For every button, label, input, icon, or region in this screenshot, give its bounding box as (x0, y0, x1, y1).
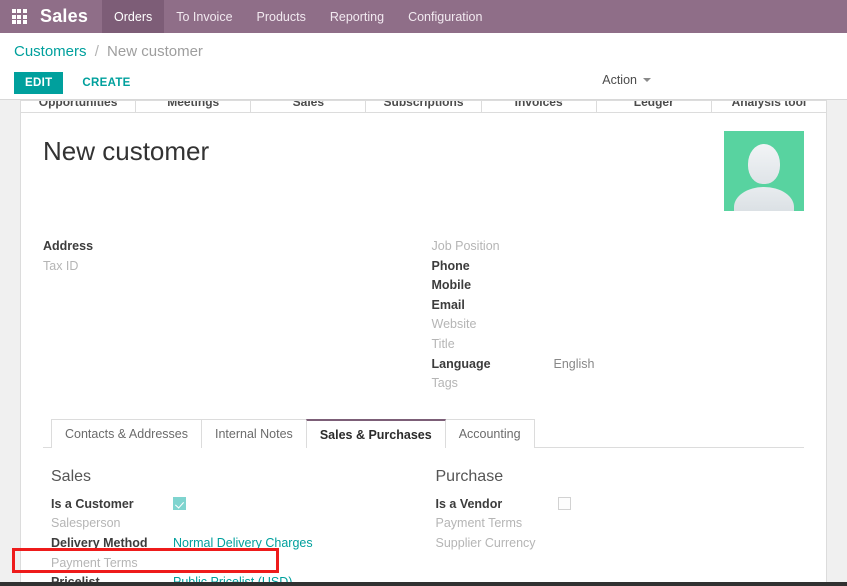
field-row-delivery-method: Delivery Method Normal Delivery Charges (51, 534, 428, 554)
field-label-supplier-currency: Supplier Currency (435, 535, 536, 550)
field-label-email: Email (431, 297, 465, 312)
action-dropdown-label: Action (602, 73, 637, 87)
notebook: Contacts & Addresses Internal Notes Sale… (43, 418, 804, 582)
field-value-delivery-method[interactable]: Normal Delivery Charges (173, 534, 313, 554)
field-row-supplier-currency: Supplier Currency (436, 534, 805, 554)
field-label-title: Title (431, 336, 455, 351)
stat-button-bar: Opportunities Meetings Sales Subscriptio… (20, 100, 827, 113)
field-row-purchase-payment-terms: Payment Terms (436, 514, 805, 534)
stat-button-analysis-tool[interactable]: Analysis tool (712, 101, 826, 112)
field-label-mobile: Mobile (431, 278, 472, 293)
stat-button-ledger[interactable]: Ledger (597, 101, 712, 112)
action-dropdown[interactable]: Action (602, 73, 651, 87)
nav-item-products[interactable]: Products (245, 0, 318, 33)
checkbox-is-a-customer[interactable] (173, 496, 186, 510)
field-label-is-a-customer: Is a Customer (51, 496, 134, 511)
navbar-menu: Orders To Invoice Products Reporting Con… (102, 0, 494, 33)
purchase-section: Purchase Is a Vendor Payment Terms Suppl… (428, 468, 805, 582)
field-row-address: Address (43, 237, 424, 257)
field-row-salesperson: Salesperson (51, 514, 428, 534)
notebook-tabs: Contacts & Addresses Internal Notes Sale… (43, 418, 804, 448)
stat-button-meetings[interactable]: Meetings (136, 101, 252, 112)
avatar-head-shape (748, 144, 780, 184)
stat-button-opportunities[interactable]: Opportunities (21, 101, 137, 112)
field-row-is-a-vendor: Is a Vendor (436, 495, 805, 515)
avatar[interactable] (724, 131, 804, 211)
apps-grid-icon (11, 9, 27, 24)
field-label-website: Website (431, 317, 477, 332)
tab-pane-sales-purchases: Sales Is a Customer Salesperson Delivery… (43, 448, 804, 582)
nav-item-orders[interactable]: Orders (102, 0, 165, 33)
field-row-is-a-customer: Is a Customer (51, 495, 428, 515)
app-brand-sales[interactable]: Sales (38, 0, 102, 33)
field-row-tags: Tags (432, 374, 805, 394)
tab-internal-notes[interactable]: Internal Notes (200, 418, 307, 448)
purchase-section-heading: Purchase (435, 467, 504, 485)
field-label-is-a-vendor: Is a Vendor (435, 496, 503, 511)
avatar-body-shape (734, 187, 794, 211)
field-row-pricelist: Pricelist Public Pricelist (USD) (51, 573, 428, 582)
field-label-address: Address (43, 239, 94, 253)
field-label-phone: Phone (431, 258, 470, 273)
apps-menu-button[interactable] (0, 0, 38, 33)
field-row-email: Email (432, 296, 805, 316)
field-group-right: Job Position Phone Mobile Email Website (424, 237, 805, 394)
field-row-sales-payment-terms: Payment Terms (51, 554, 428, 574)
field-label-salesperson: Salesperson (51, 516, 121, 531)
bottom-edge-strip (0, 582, 847, 586)
field-label-job-position: Job Position (431, 239, 500, 253)
control-panel-buttons: EDIT CREATE (14, 72, 833, 94)
top-navbar: Sales Orders To Invoice Products Reporti… (0, 0, 847, 33)
field-value-language[interactable]: English (554, 355, 595, 375)
field-value-pricelist[interactable]: Public Pricelist (USD) (173, 573, 292, 582)
breadcrumb: Customers / New customer (14, 33, 833, 59)
field-row-tax-id: Tax ID (43, 257, 424, 277)
breadcrumb-separator: / (94, 43, 99, 60)
field-row-mobile: Mobile (432, 276, 805, 296)
field-group-left: Address Tax ID (43, 237, 424, 394)
edit-button[interactable]: EDIT (14, 72, 64, 94)
breadcrumb-customers[interactable]: Customers (14, 43, 87, 60)
field-row-language: Language English (432, 355, 805, 375)
stat-button-invoices[interactable]: Invoices (482, 101, 597, 112)
field-row-website: Website (432, 315, 805, 335)
sales-section-heading: Sales (51, 467, 92, 485)
field-label-purchase-payment-terms: Payment Terms (435, 516, 523, 531)
field-row-title: Title (432, 335, 805, 355)
field-label-pricelist: Pricelist (51, 573, 173, 582)
nav-item-to-invoice[interactable]: To Invoice (164, 0, 244, 33)
field-groups: Address Tax ID Job Position Phone Mobile… (43, 237, 804, 394)
stat-button-sales[interactable]: Sales (251, 101, 367, 112)
sales-section: Sales Is a Customer Salesperson Delivery… (51, 468, 428, 582)
tab-sales-purchases[interactable]: Sales & Purchases (305, 418, 446, 448)
control-panel: Customers / New customer EDIT CREATE Act… (0, 33, 847, 100)
checkbox-is-a-vendor[interactable] (557, 496, 571, 510)
nav-item-reporting[interactable]: Reporting (318, 0, 396, 33)
field-row-phone: Phone (432, 257, 805, 277)
field-label-delivery-method: Delivery Method (51, 535, 148, 550)
create-button[interactable]: CREATE (71, 72, 141, 94)
form-sheet: New customer Address Tax ID Job Position… (12, 113, 827, 582)
page-title: New customer (43, 136, 210, 166)
field-label-sales-payment-terms: Payment Terms (51, 555, 138, 570)
tab-contacts-addresses[interactable]: Contacts & Addresses (51, 418, 202, 448)
field-label-language: Language (431, 356, 491, 371)
breadcrumb-current: New customer (107, 43, 203, 60)
nav-item-configuration[interactable]: Configuration (396, 0, 494, 33)
stat-button-subscriptions[interactable]: Subscriptions (366, 101, 482, 112)
sheet-container: Opportunities Meetings Sales Subscriptio… (0, 100, 847, 582)
field-label-tags: Tags (431, 376, 458, 391)
record-title-row: New customer (43, 131, 804, 211)
field-label-tax-id: Tax ID (43, 258, 79, 273)
chevron-down-icon (643, 78, 651, 82)
field-row-job-position: Job Position (432, 237, 805, 257)
tab-accounting[interactable]: Accounting (444, 418, 535, 448)
